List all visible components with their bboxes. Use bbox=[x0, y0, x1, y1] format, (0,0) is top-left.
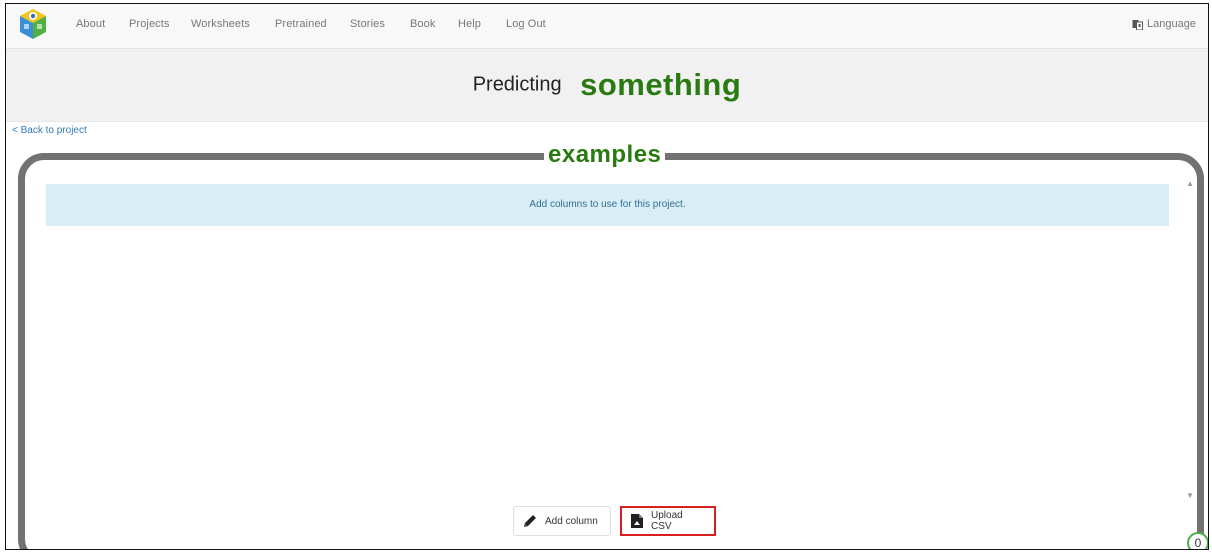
add-column-button[interactable]: Add column bbox=[513, 506, 611, 536]
examples-count-badge: 0 bbox=[1187, 532, 1208, 549]
app-window: About Projects Worksheets Pretrained Sto… bbox=[5, 3, 1209, 550]
upload-csv-label: Upload CSV bbox=[651, 510, 683, 532]
nav-book[interactable]: Book bbox=[410, 18, 435, 30]
top-navbar: About Projects Worksheets Pretrained Sto… bbox=[6, 4, 1208, 49]
project-name: something bbox=[580, 67, 742, 102]
nav-stories[interactable]: Stories bbox=[350, 18, 385, 30]
add-column-label: Add column bbox=[545, 515, 598, 527]
nav-worksheets[interactable]: Worksheets bbox=[191, 18, 250, 30]
upload-csv-button[interactable]: Upload CSV bbox=[620, 506, 716, 536]
examples-title: examples bbox=[544, 141, 666, 169]
page-title: Predicting something bbox=[6, 67, 1208, 103]
language-icon bbox=[1132, 19, 1144, 30]
back-to-project-link[interactable]: < Back to project bbox=[12, 125, 87, 136]
app-logo-icon[interactable] bbox=[18, 8, 48, 40]
nav-pretrained[interactable]: Pretrained bbox=[275, 18, 327, 30]
language-label: Language bbox=[1147, 18, 1196, 30]
title-band: Predicting something bbox=[6, 49, 1208, 122]
nav-help[interactable]: Help bbox=[458, 18, 481, 30]
scroll-up-arrow-icon[interactable]: ▲ bbox=[1186, 179, 1194, 188]
predicting-label: Predicting bbox=[472, 73, 562, 96]
pencil-icon bbox=[524, 515, 536, 527]
language-menu[interactable]: Language bbox=[1132, 18, 1196, 30]
info-message: Add columns to use for this project. bbox=[46, 184, 1169, 226]
file-upload-icon bbox=[631, 514, 643, 528]
nav-logout[interactable]: Log Out bbox=[506, 18, 546, 30]
nav-about[interactable]: About bbox=[76, 18, 105, 30]
nav-projects[interactable]: Projects bbox=[129, 18, 170, 30]
scroll-down-arrow-icon[interactable]: ▼ bbox=[1186, 491, 1194, 500]
